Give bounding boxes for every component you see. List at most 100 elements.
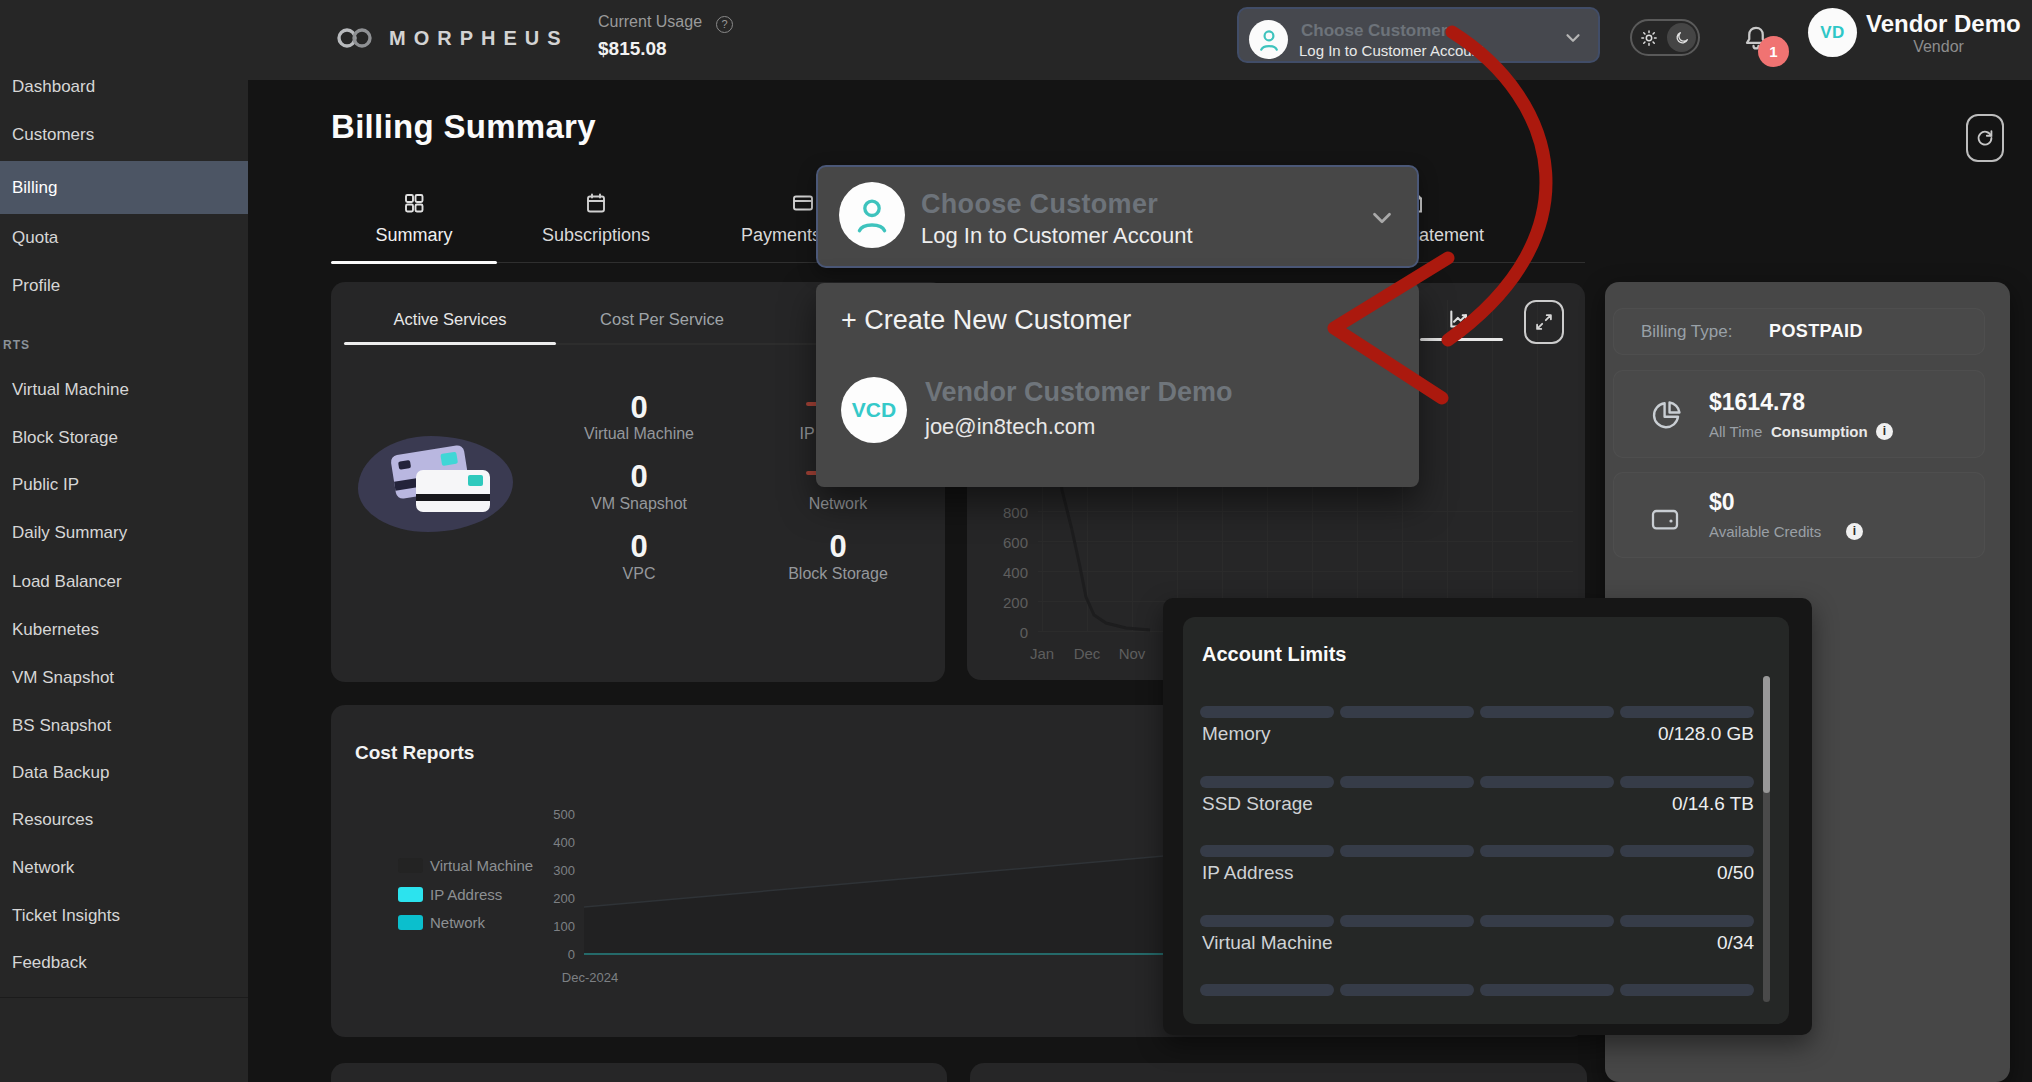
customer-avatar-icon (839, 182, 905, 248)
sidebar: Dashboard Customers Billing Quota Profil… (0, 80, 248, 1082)
choose-customer-dropdown[interactable]: Choose Customer Log In to Customer Accou… (816, 165, 1419, 268)
usage-xtick: Nov (1107, 645, 1157, 662)
counter-vm-snapshot-label: VM Snapshot (539, 495, 739, 513)
create-new-customer-item[interactable]: + Create New Customer (841, 305, 1131, 336)
sidebar-item-customers[interactable]: Customers (0, 118, 248, 152)
customer-name: Vendor Customer Demo (925, 377, 1233, 408)
dropdown-title: Choose Customer (921, 189, 1158, 220)
counter-network-label: Network (738, 495, 938, 513)
refresh-button[interactable] (1966, 114, 2004, 162)
legend-label-ip-address: IP Address (430, 886, 502, 903)
choose-customer-title: Choose Customer (1301, 21, 1447, 41)
calendar-icon (513, 190, 679, 216)
limit-bar-ip (1200, 845, 1754, 857)
sidebar-item-public-ip[interactable]: Public IP (0, 468, 248, 502)
sidebar-item-kubernetes[interactable]: Kubernetes (0, 613, 248, 647)
usage-xtick: Jan (1017, 645, 1067, 662)
line-chart-icon[interactable] (1447, 306, 1473, 332)
limit-label-ssd: SSD Storage (1202, 793, 1313, 815)
theme-toggle[interactable] (1630, 19, 1700, 56)
cost-xtick: Dec-2024 (530, 970, 650, 985)
customer-menu: + Create New Customer VCD Vendor Custome… (816, 283, 1419, 487)
help-icon[interactable]: ? (716, 16, 733, 33)
choose-customer-select[interactable]: Choose Customer Log In to Customer Accou… (1237, 7, 1600, 63)
counter-vpc-value: 0 (579, 529, 699, 565)
usage-xtick: Dec (1062, 645, 1112, 662)
user-role: Vendor (1866, 38, 2011, 56)
usage-ytick: 200 (988, 594, 1028, 611)
tab-summary[interactable]: Summary (331, 190, 497, 246)
billing-type-value: POSTPAID (1769, 321, 1863, 342)
tab-subscriptions[interactable]: Subscriptions (513, 190, 679, 246)
pie-chart-icon (1649, 399, 1683, 433)
limit-bar-ssd (1200, 776, 1754, 788)
sidebar-item-billing[interactable]: Billing (0, 161, 248, 214)
limit-value-vm: 0/34 (1717, 932, 1754, 954)
billing-type-label: Billing Type: (1641, 322, 1732, 342)
info-icon[interactable]: i (1846, 523, 1863, 540)
sidebar-item-data-backup[interactable]: Data Backup (0, 756, 248, 790)
limit-value-memory: 0/128.0 GB (1658, 723, 1754, 745)
bottom-card-left (331, 1063, 947, 1082)
legend-label-network: Network (430, 914, 485, 931)
chart-tab-underline (1420, 338, 1503, 341)
wallet-icon (1649, 503, 1681, 535)
sidebar-item-load-balancer[interactable]: Load Balancer (0, 565, 248, 599)
tab-subscriptions-label: Subscriptions (513, 225, 679, 246)
consumption-label: Consumption (1771, 423, 1868, 440)
limit-bar-memory (1200, 706, 1754, 718)
sidebar-item-quota[interactable]: Quota (0, 221, 248, 255)
chevron-down-icon (1562, 27, 1584, 49)
info-icon[interactable]: i (1876, 423, 1893, 440)
sidebar-item-bs-snapshot[interactable]: BS Snapshot (0, 709, 248, 743)
limit-label-vm: Virtual Machine (1202, 932, 1333, 954)
sidebar-item-virtual-machine[interactable]: Virtual Machine (0, 373, 248, 407)
user-avatar[interactable]: VD (1808, 8, 1857, 57)
billing-type-row: Billing Type: POSTPAID (1613, 308, 1985, 355)
cost-ytick: 100 (535, 919, 575, 934)
legend-swatch-ip-address (398, 887, 423, 902)
credits-label: Available Credits (1709, 523, 1821, 540)
sidebar-section-label: RTS (3, 338, 30, 352)
sidebar-item-dashboard[interactable]: Dashboard (0, 70, 248, 104)
cost-ytick: 0 (535, 947, 575, 962)
cost-ytick: 400 (535, 835, 575, 850)
sidebar-item-vm-snapshot[interactable]: VM Snapshot (0, 661, 248, 695)
sidebar-item-feedback[interactable]: Feedback (0, 946, 248, 980)
notification-badge[interactable]: 1 (1758, 36, 1789, 67)
cost-ytick: 200 (535, 891, 575, 906)
sidebar-item-ticket-insights[interactable]: Ticket Insights (0, 899, 248, 933)
sidebar-item-resources[interactable]: Resources (0, 803, 248, 837)
bottom-card-right (970, 1063, 1587, 1082)
sidebar-item-daily-summary[interactable]: Daily Summary (0, 516, 248, 550)
cost-ytick: 300 (535, 863, 575, 878)
sidebar-item-network[interactable]: Network (0, 851, 248, 885)
tab-summary-label: Summary (331, 225, 497, 246)
limit-bar-vm (1200, 915, 1754, 927)
chevron-down-icon (1367, 203, 1397, 233)
scrollbar-thumb[interactable] (1763, 676, 1770, 793)
usage-ytick: 800 (988, 504, 1028, 521)
usage-ytick: 400 (988, 564, 1028, 581)
limit-bar-extra (1200, 984, 1754, 996)
sidebar-item-block-storage[interactable]: Block Storage (0, 421, 248, 455)
current-usage-label: Current Usage (598, 13, 702, 31)
page-title: Billing Summary (331, 108, 596, 146)
limit-value-ssd: 0/14.6 TB (1672, 793, 1754, 815)
credits-value: $0 (1709, 489, 1735, 516)
sidebar-divider (0, 997, 248, 998)
account-limits-card: Account Limits Memory 0/128.0 GB SSD Sto… (1183, 617, 1789, 1024)
counter-virtual-machine-value: 0 (579, 390, 699, 426)
counter-block-storage-label: Block Storage (738, 565, 938, 583)
tab-active-underline (331, 261, 497, 264)
counter-block-storage-value: 0 (778, 529, 898, 565)
tab-active-services[interactable]: Active Services (344, 310, 556, 329)
dropdown-subtitle: Log In to Customer Account (921, 223, 1193, 249)
vcd-avatar: VCD (841, 377, 907, 443)
sidebar-item-profile[interactable]: Profile (0, 269, 248, 303)
expand-button[interactable] (1524, 300, 1564, 344)
tab-cost-per-service[interactable]: Cost Per Service (556, 310, 768, 329)
cost-reports-title: Cost Reports (355, 742, 474, 764)
limit-label-memory: Memory (1202, 723, 1271, 745)
current-usage-value: $815.08 (598, 38, 667, 60)
